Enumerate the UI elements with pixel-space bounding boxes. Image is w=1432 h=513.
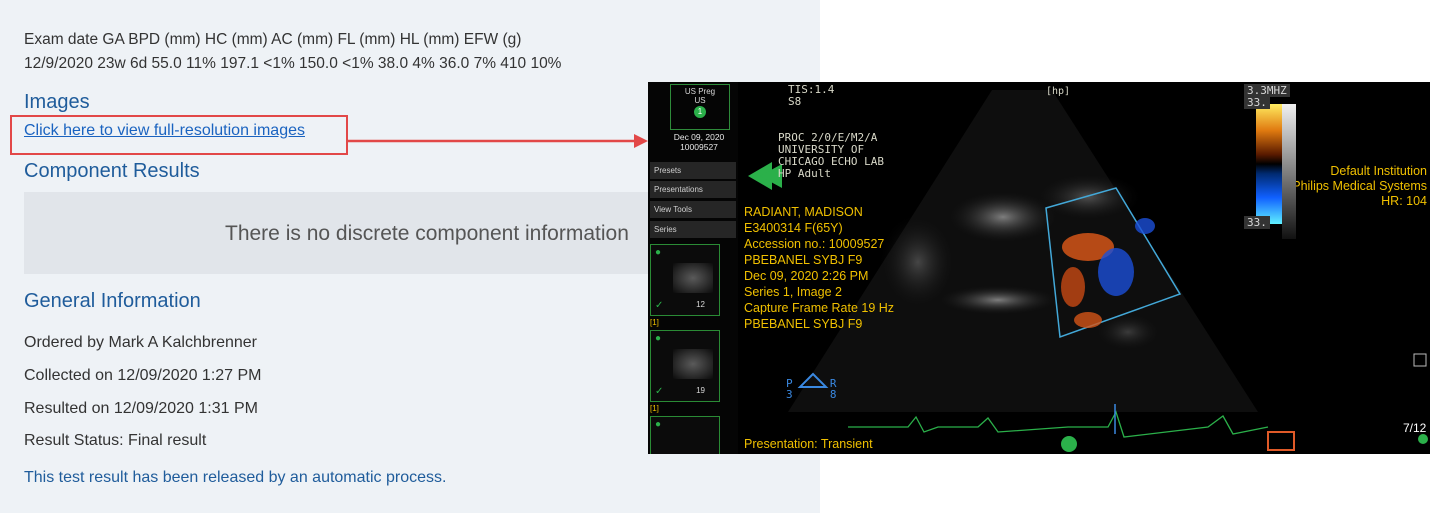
lab-label: CHICAGO ECHO LAB <box>778 155 884 168</box>
operator-line-2: PBEBANEL SYBJ F9 <box>744 317 863 331</box>
menu-presentations[interactable]: Presentations <box>650 181 736 198</box>
presentation-label: Presentation: Transient <box>744 437 873 451</box>
manufacturer: Philips Medical Systems <box>1292 179 1427 193</box>
viewer-sidebar: US Preg US 1 Dec 09, 2020 10009527 Prese… <box>648 82 738 454</box>
series-thumbnail[interactable]: ● 12 ✓ <box>650 244 720 316</box>
probe-num-2: 8 <box>829 388 837 401</box>
frame-counter: 7/12 <box>1403 421 1427 435</box>
eye-icon: ● <box>655 419 662 430</box>
hp-tag: [hp] <box>1046 86 1071 97</box>
scale-top: 33. <box>1244 96 1270 109</box>
series-thumbnail[interactable]: ● 19 ✓ <box>650 330 720 402</box>
study-date: Dec 09, 2020 <box>673 132 725 142</box>
thumbnail-count: 12 <box>696 300 705 309</box>
study-modality: US Preg <box>684 87 716 96</box>
menu-presets[interactable]: Presets <box>650 162 736 179</box>
study-badge: 1 <box>694 106 706 118</box>
patient-name: RADIANT, MADISON <box>744 205 863 219</box>
check-icon: ✓ <box>655 386 664 397</box>
operator-line: PBEBANEL SYBJ F9 <box>744 253 863 267</box>
university-label: UNIVERSITY OF <box>778 143 865 156</box>
menu-view-tools[interactable]: View Tools <box>650 201 736 218</box>
thumbnail-preview <box>673 349 713 379</box>
accession-number: Accession no.: 10009527 <box>744 237 885 251</box>
image-viewer[interactable]: US Preg US 1 Dec 09, 2020 10009527 Prese… <box>648 82 1430 454</box>
check-icon: ✓ <box>655 300 664 311</box>
tis-label: TIS:1.4 <box>788 83 835 96</box>
preset-label: HP Adult <box>778 167 831 180</box>
thumbnail-count: 19 <box>696 386 705 395</box>
anchor-badge-icon[interactable] <box>1418 434 1428 444</box>
study-type: US <box>694 96 706 105</box>
s8-label: S8 <box>788 95 802 108</box>
eye-icon: ● <box>655 333 662 344</box>
grayscale-bar <box>1282 104 1296 239</box>
study-timestamp: Dec 09, 2020 2:26 PM <box>744 269 869 283</box>
frame-rate: Capture Frame Rate 19 Hz <box>744 301 895 315</box>
study-tile[interactable]: US Preg US 1 <box>670 84 730 130</box>
probe-num-1: 3 <box>786 388 793 401</box>
menu-series[interactable]: Series <box>650 221 736 238</box>
study-number: 10009527 <box>680 142 718 152</box>
thumbnail-tag: [1] <box>650 404 659 413</box>
scale-bottom: 33. <box>1244 216 1270 229</box>
probe-orientation: P R 3 8 <box>786 378 837 400</box>
institution-info: Default Institution Philips Medical Syst… <box>1292 164 1427 209</box>
institution-name: Default Institution <box>1330 164 1427 178</box>
series-image-label: Series 1, Image 2 <box>744 285 842 299</box>
thumbnail-preview <box>673 263 713 293</box>
series-thumbnail[interactable]: ● <box>650 416 720 454</box>
study-date-info: Dec 09, 2020 10009527 <box>658 132 740 152</box>
proc-label: PROC 2/0/E/M2/A <box>778 131 878 144</box>
thumbnail-tag: [1] <box>650 318 659 327</box>
patient-id: E3400314 F(65Y) <box>744 221 843 235</box>
heart-rate: HR: 104 <box>1381 194 1427 208</box>
eye-icon: ● <box>655 247 662 258</box>
